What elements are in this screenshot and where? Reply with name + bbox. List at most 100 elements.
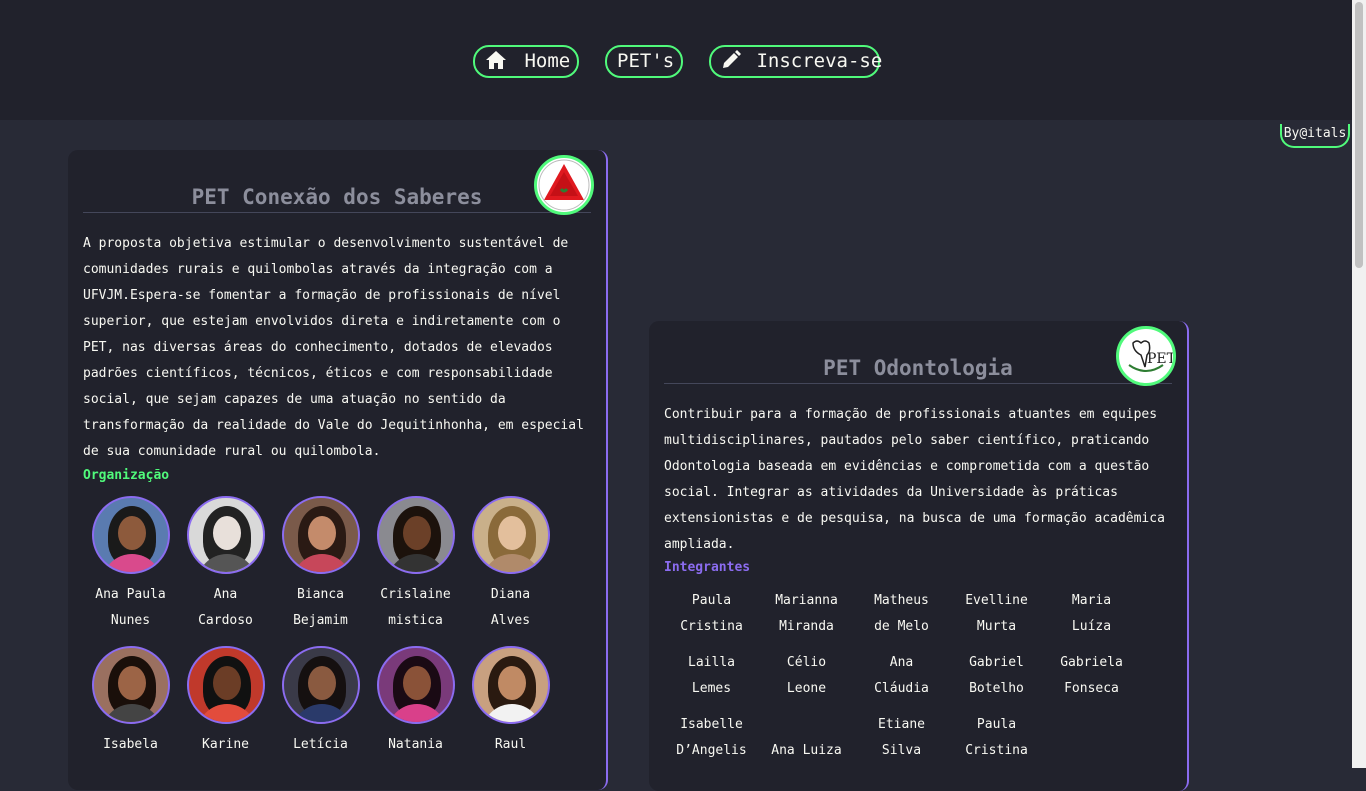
member-card: Bianca Bejamim: [273, 496, 368, 634]
card-title: PET Conexão dos Saberes: [83, 182, 591, 213]
member-name: Paula Cristina: [664, 588, 759, 640]
member-last-name: Fonseca: [1064, 681, 1119, 696]
member-card: Ana Cardoso: [178, 496, 273, 634]
member-first-name: Raul: [494, 737, 527, 752]
member-first-name: Ana: [889, 655, 914, 670]
logo-text: PET: [1147, 351, 1173, 367]
member-first-name: Evelline: [965, 593, 1028, 608]
member-first-name: Gabriela: [1060, 655, 1123, 670]
member-last-name: Alves: [490, 613, 531, 628]
member-last-name: Botelho: [969, 681, 1024, 696]
member-first-name: Natania: [388, 737, 443, 752]
member-first-name: Paula: [691, 593, 732, 608]
member-last-name: mistica: [388, 613, 443, 628]
nav-menu: Home PET's Inscreva-se: [0, 45, 1352, 78]
pet-logo-icon: [534, 155, 594, 215]
member-first-name: Gabriel: [969, 655, 1024, 670]
member-name: Matheus de Melo: [854, 588, 949, 640]
card-title: PET Odontologia: [664, 353, 1172, 384]
pencil-icon: [721, 50, 752, 72]
member-last-name: Cláudia: [874, 681, 929, 696]
member-name: Ana Cláudia: [854, 650, 949, 702]
home-icon: [485, 50, 518, 72]
member-name: Paula Cristina: [949, 712, 1044, 764]
card-description: Contribuir para a formação de profission…: [664, 407, 1165, 552]
member-last-name: Murta: [976, 619, 1017, 634]
member-first-name: [759, 712, 854, 738]
avatar: [471, 646, 550, 724]
avatar: [281, 496, 360, 574]
member-last-name: Nunes: [110, 613, 151, 628]
member-card: Isabela: [83, 646, 178, 758]
member-first-name: Ana: [213, 587, 238, 602]
member-first-name: Matheus: [874, 593, 929, 608]
pets-button[interactable]: PET's: [605, 45, 683, 78]
member-last-name: Cristina: [965, 743, 1028, 758]
member-first-name: Isabelle: [680, 717, 743, 732]
member-first-name: Etiane: [878, 717, 925, 732]
member-first-name: Letícia: [293, 737, 348, 752]
member-first-name: Diana: [490, 587, 531, 602]
member-first-name: Lailla: [688, 655, 735, 670]
member-last-name: Ana Luiza: [771, 743, 842, 758]
avatar: [376, 646, 455, 724]
member-name: Evelline Murta: [949, 588, 1044, 640]
member-last-name: Silva: [881, 743, 922, 758]
member-name: Célio Leone: [759, 650, 854, 702]
top-navigation-bar: Home PET's Inscreva-se: [0, 0, 1352, 120]
member-card: Ana Paula Nunes: [83, 496, 178, 634]
member-last-name: D’Angelis: [676, 743, 747, 758]
member-last-name: de Melo: [874, 619, 929, 634]
avatar: [281, 646, 360, 724]
avatar: [91, 496, 170, 574]
card-description: A proposta objetiva estimular o desenvol…: [83, 236, 584, 459]
member-first-name: Karine: [202, 737, 249, 752]
member-first-name: Crislaine: [380, 587, 451, 602]
member-first-name: Bianca: [297, 587, 344, 602]
author-credit-link[interactable]: By@itals: [1280, 124, 1350, 148]
pets-button-label: PET's: [617, 50, 675, 72]
pet-card-odontologia: PET Odontologia PET Contribuir para a fo…: [649, 321, 1189, 791]
member-last-name: Cristina: [680, 619, 743, 634]
member-card: Karine: [178, 646, 273, 758]
member-name: Lailla Lemes: [664, 650, 759, 702]
member-last-name: Miranda: [779, 619, 834, 634]
member-name: Gabriela Fonseca: [1044, 650, 1139, 702]
section-label-organizacao: Organização: [83, 468, 170, 483]
avatar: [186, 646, 265, 724]
member-card: Raul: [463, 646, 558, 758]
avatar: [186, 496, 265, 574]
signup-button[interactable]: Inscreva-se: [709, 45, 883, 78]
member-name: Maria Luíza: [1044, 588, 1139, 640]
member-last-name: Cardoso: [198, 613, 253, 628]
member-first-name: Paula: [976, 717, 1017, 732]
member-name: Ana Luiza: [759, 712, 854, 764]
member-first-name: Célio: [786, 655, 827, 670]
member-name: Etiane Silva: [854, 712, 949, 764]
member-card: Diana Alves: [463, 496, 558, 634]
member-last-name: Luíza: [1071, 619, 1112, 634]
pet-card-conexao-saberes: PET Conexão dos Saberes A proposta objet…: [68, 150, 608, 790]
home-button-label: Home: [524, 50, 571, 72]
section-label-integrantes: Integrantes: [664, 560, 751, 575]
member-card: Natania: [368, 646, 463, 758]
avatar: [376, 496, 455, 574]
member-last-name: Bejamim: [293, 613, 348, 628]
member-last-name: Leone: [786, 681, 827, 696]
member-name: Gabriel Botelho: [949, 650, 1044, 702]
member-card: Letícia: [273, 646, 368, 758]
pet-logo-icon: PET: [1116, 326, 1176, 386]
member-first-name: Marianna: [775, 593, 838, 608]
scrollbar-thumb[interactable]: [1355, 2, 1363, 268]
signup-button-label: Inscreva-se: [756, 50, 883, 72]
avatar: [91, 646, 170, 724]
page-scrollbar[interactable]: [1352, 0, 1366, 768]
member-last-name: Lemes: [691, 681, 732, 696]
member-card: Crislaine mistica: [368, 496, 463, 634]
member-name: Marianna Miranda: [759, 588, 854, 640]
member-first-name: Isabela: [103, 737, 158, 752]
member-first-name: Ana Paula: [95, 587, 166, 602]
avatar: [471, 496, 550, 574]
member-first-name: Maria: [1071, 593, 1112, 608]
home-button[interactable]: Home: [473, 45, 579, 78]
